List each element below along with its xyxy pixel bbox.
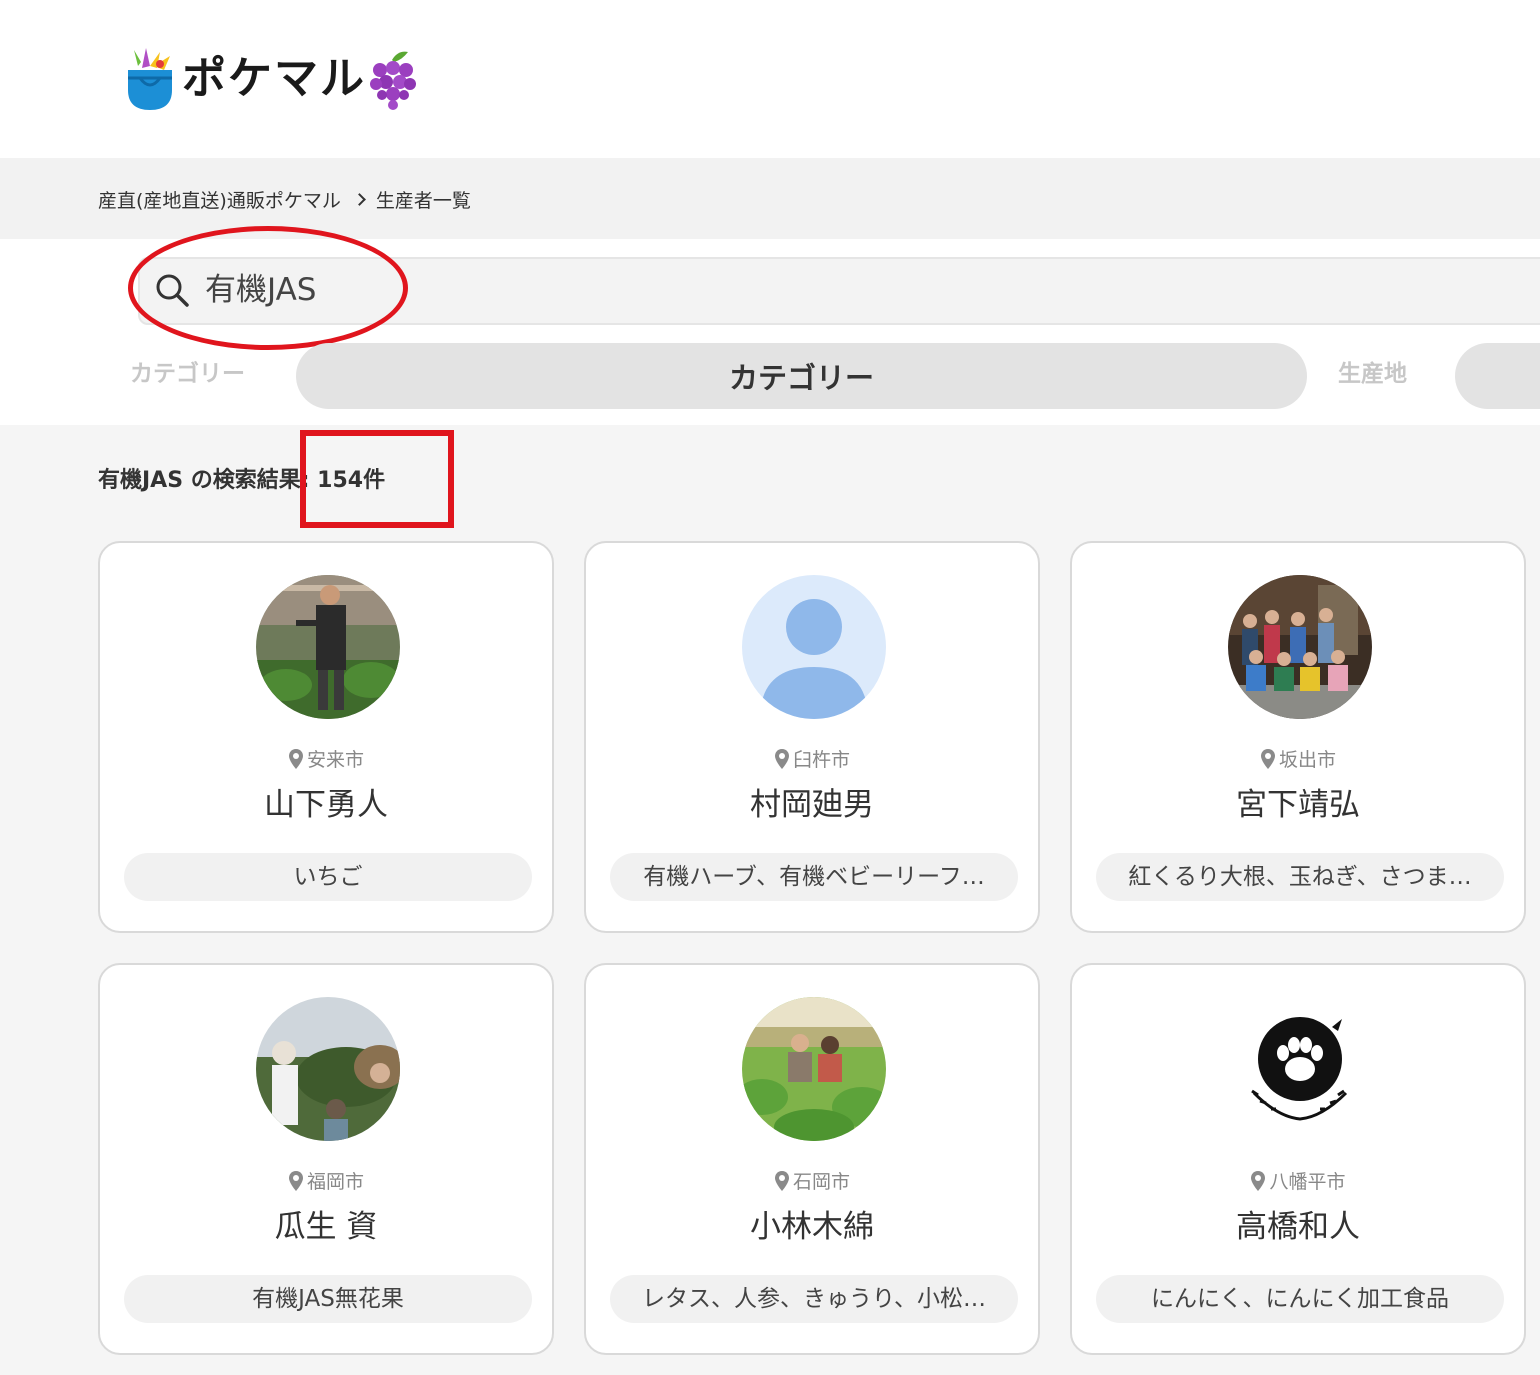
map-pin-icon: [1251, 1170, 1266, 1191]
product-tag: いちご: [124, 853, 532, 901]
producer-name: 村岡廸男: [750, 787, 874, 823]
category-filter-label: カテゴリー: [130, 361, 245, 387]
search-icon: [156, 274, 189, 307]
producer-card[interactable]: 安来市 山下勇人 いちご: [98, 541, 554, 933]
location-text: 福岡市: [306, 1171, 364, 1193]
product-tag: 有機JAS無花果: [124, 1275, 532, 1323]
map-pin-icon: [288, 748, 303, 769]
location-text: 安来市: [306, 749, 364, 771]
producer-card[interactable]: 福岡市 瓜生 資 有機JAS無花果: [98, 963, 554, 1355]
paw-logo-icon: [1228, 997, 1372, 1141]
producer-card[interactable]: 臼杵市 村岡廸男 有機ハーブ、有機ベビーリーフ…: [584, 541, 1040, 933]
product-tag: 紅くるり大根、玉ねぎ、さつま…: [1096, 853, 1504, 901]
results-count: 有機JAS の検索結果: 154件: [98, 468, 386, 493]
producer-avatar: [256, 575, 400, 719]
map-pin-icon: [774, 1170, 789, 1191]
site-header: ポケマル: [0, 0, 1540, 158]
chevron-right-icon: [352, 193, 366, 206]
producer-card[interactable]: 石岡市 小林木綿 レタス、人参、きゅうり、小松…: [584, 963, 1040, 1355]
producer-name: 小林木綿: [750, 1209, 874, 1245]
category-filter-select[interactable]: カテゴリー: [296, 343, 1307, 409]
product-tag: レタス、人参、きゅうり、小松…: [610, 1275, 1018, 1323]
logo-text: ポケマル: [182, 53, 366, 104]
producer-avatar: [256, 997, 400, 1141]
producer-name: 瓜生 資: [274, 1209, 378, 1245]
producer-location: 石岡市: [586, 1167, 1038, 1194]
product-tag: にんにく、にんにく加工食品: [1096, 1275, 1504, 1323]
breadcrumb: 産直(産地直送)通販ポケマル 生産者一覧: [98, 186, 471, 213]
breadcrumb-current: 生産者一覧: [375, 190, 471, 212]
producer-card[interactable]: 八幡平市 高橋和人 にんにく、にんにく加工食品: [1070, 963, 1526, 1355]
default-user-icon: [742, 575, 886, 719]
search-query-text: 有機JAS: [205, 272, 317, 308]
producer-location: 坂出市: [1072, 745, 1524, 772]
producer-location: 八幡平市: [1072, 1167, 1524, 1194]
breadcrumb-home-link[interactable]: 産直(産地直送)通販ポケマル: [98, 186, 341, 213]
map-pin-icon: [288, 1170, 303, 1191]
producer-name: 山下勇人: [264, 787, 388, 823]
producer-avatar: [742, 997, 886, 1141]
location-text: 八幡平市: [1269, 1171, 1346, 1193]
producer-card[interactable]: 坂出市 宮下靖弘 紅くるり大根、玉ねぎ、さつま…: [1070, 541, 1526, 933]
product-tag: 有機ハーブ、有機ベビーリーフ…: [610, 853, 1018, 901]
producer-location: 安来市: [100, 745, 552, 772]
grape-icon: [370, 51, 416, 110]
producer-avatar: [1228, 575, 1372, 719]
region-filter-label: 生産地: [1338, 361, 1407, 387]
producer-name: 宮下靖弘: [1236, 787, 1360, 823]
producer-location: 臼杵市: [586, 745, 1038, 772]
basket-logo-icon: [128, 48, 172, 110]
map-pin-icon: [774, 748, 789, 769]
producer-name: 高橋和人: [1236, 1209, 1360, 1245]
location-text: 石岡市: [792, 1171, 850, 1193]
pokemaru-logo[interactable]: ポケマル: [124, 46, 416, 112]
location-text: 臼杵市: [792, 749, 850, 771]
producer-location: 福岡市: [100, 1167, 552, 1194]
location-text: 坂出市: [1278, 749, 1336, 771]
region-filter-select[interactable]: [1455, 343, 1540, 409]
map-pin-icon: [1260, 748, 1275, 769]
search-input[interactable]: [138, 257, 1540, 325]
